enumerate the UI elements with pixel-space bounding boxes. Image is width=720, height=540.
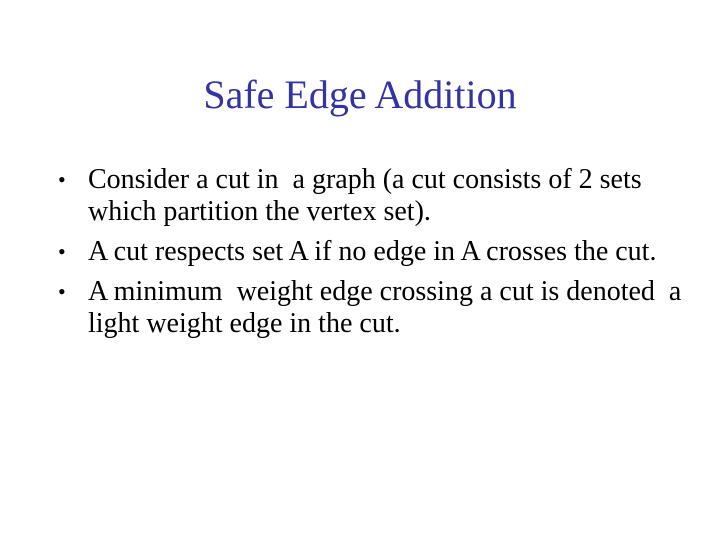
bullet-icon: • [58, 239, 66, 264]
bullet-item: • A minimum weight edge crossing a cut i… [58, 276, 698, 340]
bullet-text: A cut respects set A if no edge in A cro… [88, 236, 657, 267]
bullet-text: A minimum weight edge crossing a cut is … [88, 276, 689, 339]
slide: Safe Edge Addition • Consider a cut in a… [0, 0, 720, 540]
bullet-text: Consider a cut in a graph (a cut consist… [88, 164, 649, 227]
bullet-item: • A cut respects set A if no edge in A c… [58, 236, 698, 268]
bullet-list: • Consider a cut in a graph (a cut consi… [58, 164, 698, 348]
bullet-icon: • [58, 279, 66, 304]
bullet-icon: • [58, 167, 66, 192]
slide-title: Safe Edge Addition [203, 72, 517, 117]
bullet-item: • Consider a cut in a graph (a cut consi… [58, 164, 698, 228]
